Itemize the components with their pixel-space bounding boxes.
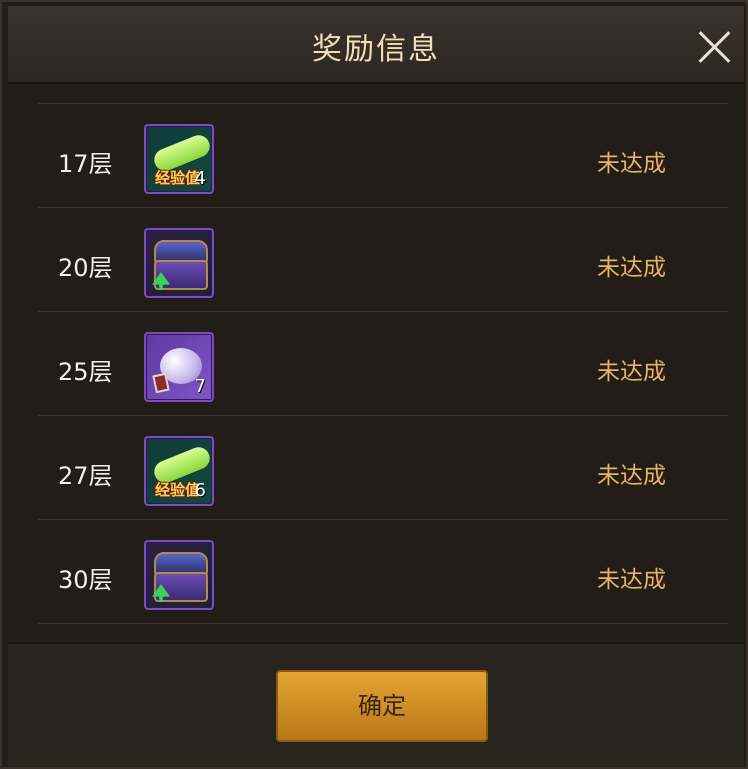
reward-status: 未达成 <box>597 255 666 281</box>
reward-row: 27层 经验值 6 未达成 <box>38 416 728 520</box>
dialog-title: 奖励信息 <box>312 32 440 67</box>
treasure-chest-icon[interactable] <box>144 540 214 610</box>
floor-label: 20层 <box>58 254 113 282</box>
reward-status: 未达成 <box>597 463 666 489</box>
floor-label: 27层 <box>58 462 113 490</box>
exp-scroll-icon[interactable]: 经验值 4 <box>144 124 214 194</box>
treasure-chest-icon[interactable] <box>144 228 214 298</box>
exp-scroll-icon[interactable]: 经验值 6 <box>144 436 214 506</box>
item-label: 经验值 <box>155 169 201 187</box>
floor-label: 25层 <box>58 358 113 386</box>
close-icon[interactable] <box>696 28 732 64</box>
dialog-footer: 确定 <box>8 642 744 767</box>
dialog-header: 奖励信息 <box>8 6 744 84</box>
reward-info-dialog: 奖励信息 17层 经验值 4 未达成 20层 未达成 25层 7 未达成 27层… <box>0 0 748 769</box>
teapot-icon[interactable]: 7 <box>144 332 214 402</box>
reward-list[interactable]: 17层 经验值 4 未达成 20层 未达成 25层 7 未达成 27层 经验值 … <box>38 103 728 628</box>
floor-label: 30层 <box>58 566 113 594</box>
reward-status: 未达成 <box>597 151 666 177</box>
reward-row: 25层 7 未达成 <box>38 312 728 416</box>
item-label: 经验值 <box>155 481 201 499</box>
confirm-button[interactable]: 确定 <box>276 670 488 742</box>
reward-row: 20层 未达成 <box>38 208 728 312</box>
item-quantity: 6 <box>194 480 206 501</box>
reward-row: 17层 经验值 4 未达成 <box>38 104 728 208</box>
reward-row: 30层 未达成 <box>38 520 728 624</box>
reward-status: 未达成 <box>597 567 666 593</box>
reward-status: 未达成 <box>597 359 666 385</box>
item-quantity: 4 <box>194 168 206 189</box>
item-quantity: 7 <box>194 376 206 397</box>
floor-label: 17层 <box>58 150 113 178</box>
